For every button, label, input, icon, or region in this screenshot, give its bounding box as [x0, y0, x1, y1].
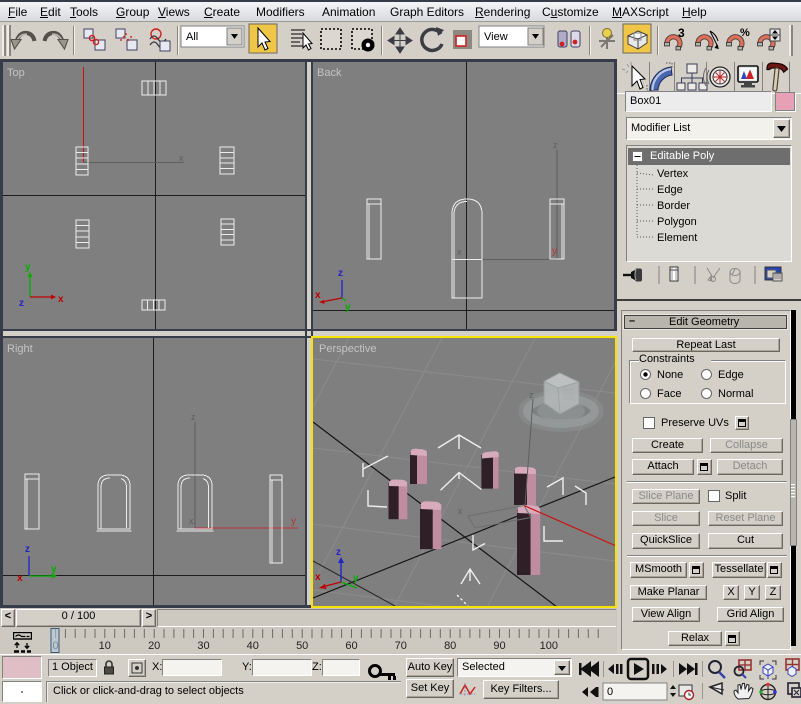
svg-text:z: z — [191, 412, 196, 422]
svg-text:z: z — [19, 298, 24, 309]
svg-text:y: y — [291, 516, 296, 527]
svg-text:x: x — [457, 247, 462, 257]
svg-text:Back: Back — [317, 67, 342, 79]
svg-text:70: 70 — [395, 640, 407, 652]
svg-text:x: x — [458, 506, 463, 516]
svg-text:Border: Border — [657, 200, 690, 212]
svg-text:Edge: Edge — [657, 184, 683, 196]
svg-text:%: % — [740, 27, 750, 39]
svg-text:z: z — [25, 544, 30, 555]
svg-text:x: x — [189, 516, 194, 526]
svg-text:x: x — [315, 572, 321, 583]
svg-text:100: 100 — [540, 640, 558, 652]
svg-text:Vertex: Vertex — [657, 168, 689, 180]
svg-text:90: 90 — [493, 640, 505, 652]
svg-text:z: z — [336, 547, 341, 558]
svg-text:x: x — [58, 294, 64, 305]
svg-text:30: 30 — [197, 640, 209, 652]
svg-text:Polygon: Polygon — [657, 216, 697, 228]
svg-text:20: 20 — [148, 640, 160, 652]
svg-text:z: z — [338, 268, 343, 279]
svg-text:x: x — [17, 573, 23, 584]
svg-text:40: 40 — [247, 640, 259, 652]
svg-text:x: x — [315, 290, 321, 301]
svg-text:60: 60 — [345, 640, 357, 652]
svg-text:80: 80 — [444, 640, 456, 652]
svg-text:z: z — [529, 390, 534, 400]
svg-text:y: y — [25, 262, 31, 273]
svg-text:Element: Element — [657, 232, 697, 244]
svg-text:x: x — [179, 153, 184, 163]
svg-text:View: View — [484, 31, 508, 43]
svg-text:50: 50 — [296, 640, 308, 652]
svg-text:Top: Top — [7, 67, 25, 79]
svg-text:Perspective: Perspective — [319, 343, 376, 355]
svg-text:y: y — [552, 246, 557, 257]
svg-text:All: All — [186, 31, 198, 43]
svg-text:z: z — [553, 140, 558, 150]
svg-text:10: 10 — [99, 640, 111, 652]
svg-text:y: y — [51, 564, 57, 575]
svg-text:y: y — [345, 302, 351, 313]
svg-text:y: y — [353, 573, 359, 584]
svg-text:0: 0 — [607, 686, 613, 698]
svg-text:Right: Right — [7, 343, 33, 355]
svg-text:3: 3 — [678, 26, 685, 40]
